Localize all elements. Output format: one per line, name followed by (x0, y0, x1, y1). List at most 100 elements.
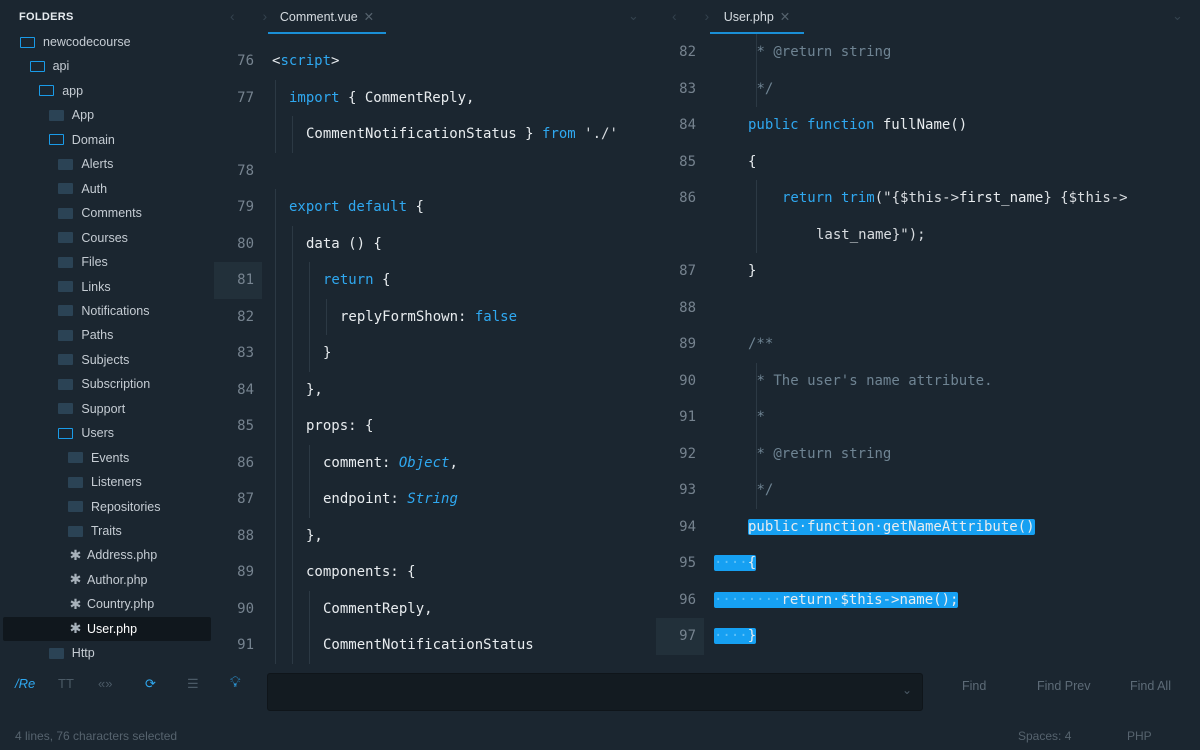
tree-item[interactable]: Traits (3, 519, 211, 543)
tree-item[interactable]: App (3, 103, 211, 127)
line-number: 86 (237, 454, 254, 471)
indent-guide (292, 298, 293, 335)
tree-item[interactable]: ✱ User.php (3, 616, 211, 641)
indent-guide (275, 262, 276, 299)
code-token: > (331, 53, 340, 69)
tree-item[interactable]: Users (3, 421, 211, 445)
code-line[interactable]: 88 (656, 290, 1200, 327)
code-line[interactable]: 92 * @return string (656, 435, 1200, 472)
code-line[interactable]: 96 ········return·$this->name(); (656, 582, 1200, 619)
code-line[interactable]: 89 /** (656, 326, 1200, 363)
code-line[interactable]: 77 import { CommentReply, (214, 79, 656, 116)
indentation-status[interactable]: Spaces: 4 (1018, 729, 1071, 743)
code-line[interactable]: 81 return { (214, 262, 656, 299)
close-icon[interactable]: ✕ (780, 10, 790, 24)
code-line[interactable]: 94 public·function·getNameAttribute() (656, 509, 1200, 546)
tree-item[interactable]: Courses (3, 226, 211, 250)
case-sensitive-toggle[interactable]: TT (58, 676, 74, 691)
code-text: } (748, 253, 756, 290)
code-line[interactable]: 90 CommentReply, (214, 590, 656, 627)
code-text: }, (306, 518, 323, 555)
chevron-down-icon[interactable]: ⌄ (1172, 8, 1183, 24)
find-prev-button[interactable]: Find Prev (1037, 679, 1091, 693)
in-selection-icon[interactable]: ☰ (187, 676, 199, 692)
tree-item[interactable]: ✱ Address.php (3, 543, 211, 567)
chevron-down-icon[interactable]: ⌄ (628, 8, 639, 24)
tree-item[interactable]: Comments (3, 201, 211, 225)
code-line[interactable]: 97 ····} (656, 618, 1200, 655)
whole-word-toggle[interactable]: «» (98, 676, 112, 691)
regex-toggle[interactable]: /Re (15, 676, 35, 691)
code-line[interactable]: 84 public function fullName() (656, 107, 1200, 144)
code-text: * (757, 399, 765, 436)
code-line[interactable]: 76 <script> (214, 43, 656, 80)
tree-item[interactable]: Auth (3, 177, 211, 201)
tree-item[interactable]: Subscription (3, 372, 211, 396)
code-line[interactable]: 78 (214, 153, 656, 190)
code-token: export default (289, 199, 408, 215)
tree-item[interactable]: Files (3, 250, 211, 274)
code-line[interactable]: 79 export default { (214, 189, 656, 226)
tree-item[interactable]: api (3, 54, 211, 78)
code-line[interactable]: 86 return trim("{$this->first_name} {$thi… (656, 180, 1200, 217)
tab-user-php[interactable]: User.php ✕ (710, 0, 804, 34)
code-line[interactable]: 83 */ (656, 70, 1200, 107)
tree-item[interactable]: Support (3, 397, 211, 421)
indent-guide (309, 262, 310, 299)
tree-item[interactable]: Subjects (3, 348, 211, 372)
editor-pane-left[interactable]: ‹ › Comment.vue ✕ ⌄ 76 <script> 77 import { … (214, 0, 656, 664)
selection: public·function·getNameAttribute() (748, 518, 1035, 535)
tree-item-label: Address.php (87, 548, 158, 563)
tree-item[interactable]: app (3, 79, 211, 103)
tree-item[interactable]: Domain (3, 128, 211, 152)
chevron-down-icon[interactable]: ⌄ (902, 683, 912, 697)
tree-item[interactable]: ✱ Author.php (3, 568, 211, 592)
editor-pane-right[interactable]: ‹ › User.php ✕ ⌄ 82 * @return string 83 */84… (656, 0, 1200, 662)
line-number: 91 (679, 409, 696, 425)
line-number: 85 (679, 153, 696, 170)
code-line[interactable]: 85 { (656, 144, 1200, 181)
find-input[interactable]: ⌄ (267, 673, 923, 711)
code-line[interactable]: 90 * The user's name attribute. (656, 362, 1200, 399)
tree-item[interactable]: Paths (3, 323, 211, 347)
code-line[interactable]: 86 comment: Object, (214, 444, 656, 481)
tree-item[interactable]: Repositories (3, 495, 211, 519)
tree-item[interactable]: Alerts (3, 152, 211, 176)
find-all-button[interactable]: Find All (1130, 679, 1171, 693)
tree-item[interactable]: Links (3, 275, 211, 299)
code-line[interactable]: 93 */ (656, 472, 1200, 509)
code-line[interactable]: 80 data () { (214, 225, 656, 262)
code-line[interactable]: 82 * @return string (656, 34, 1200, 71)
lightbulb-icon[interactable]: 💡︎ (230, 674, 241, 691)
code-line[interactable]: 89 components: { (214, 554, 656, 591)
code-line[interactable]: 82 replyFormShown: false (214, 298, 656, 335)
folder-icon (58, 354, 74, 366)
code-line[interactable]: 91 CommentNotificationStatus (214, 627, 656, 664)
syntax-status[interactable]: PHP (1127, 729, 1152, 743)
tab-comment-vue[interactable]: Comment.vue ✕ (268, 0, 386, 34)
tree-item[interactable]: Events (3, 446, 211, 470)
code-line[interactable]: 87} (656, 253, 1200, 290)
close-icon[interactable]: ✕ (364, 10, 374, 24)
tree-item-label: Events (91, 450, 130, 465)
code-line[interactable]: 91 * (656, 399, 1200, 436)
code-line[interactable]: 83} (214, 335, 656, 372)
tab-bar: ‹ › User.php ✕ ⌄ (656, 0, 1200, 34)
tree-item[interactable]: Listeners (3, 470, 211, 494)
find-button[interactable]: Find (962, 679, 986, 693)
wrap-icon[interactable]: ⟳ (145, 676, 156, 692)
tree-item[interactable]: ✱ Country.php (3, 592, 211, 616)
line-number: 79 (237, 199, 254, 215)
code-token: , (449, 454, 458, 471)
code-line[interactable]: 87 endpoint: String (214, 481, 656, 518)
code-line[interactable]: 84}, (214, 371, 656, 408)
line-number: 88 (679, 299, 696, 316)
tree-item[interactable]: Notifications (3, 299, 211, 323)
code-line[interactable]: CommentNotificationStatus } from './' (214, 116, 656, 153)
code-line[interactable]: last_name}"); (656, 216, 1200, 253)
code-line[interactable]: 95 ····{ (656, 545, 1200, 582)
code-line[interactable]: 88}, (214, 517, 656, 555)
tree-item[interactable]: newcodecourse (3, 30, 211, 54)
code-line[interactable]: 85 props: { (214, 408, 656, 445)
indent-guide (309, 335, 310, 372)
